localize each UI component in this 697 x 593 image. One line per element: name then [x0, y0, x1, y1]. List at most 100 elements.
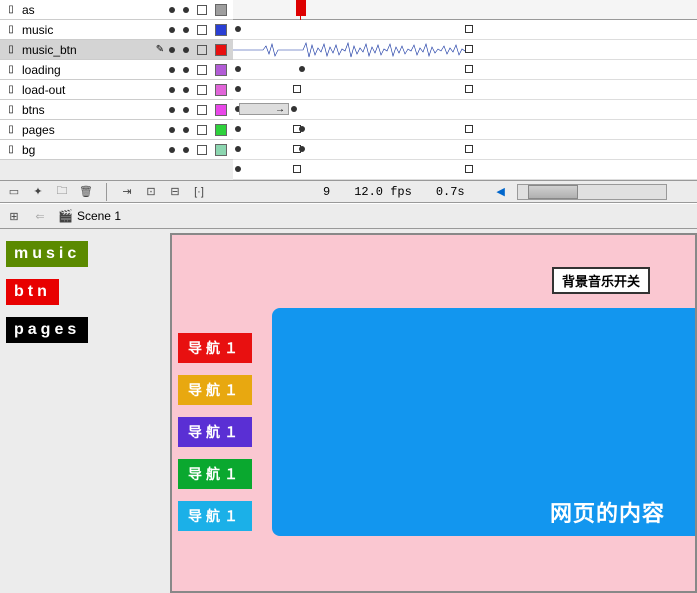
- keyframe[interactable]: [299, 126, 305, 132]
- onion-skin-icon[interactable]: ⊡: [143, 184, 159, 200]
- keyframe[interactable]: [299, 146, 305, 152]
- track-row[interactable]: [233, 60, 697, 80]
- layer-row[interactable]: ▯ music: [0, 20, 233, 40]
- playhead[interactable]: [296, 0, 306, 16]
- lock-dot[interactable]: [183, 87, 189, 93]
- layer-row[interactable]: ▯ music_btn ✎: [0, 40, 233, 60]
- layer-name[interactable]: music_btn: [20, 43, 153, 57]
- back-icon[interactable]: ⇐: [32, 208, 48, 224]
- keyframe[interactable]: [235, 146, 241, 152]
- layer-name[interactable]: load-out: [20, 83, 169, 97]
- keyframe[interactable]: [293, 85, 301, 93]
- nav-button[interactable]: 导航１: [178, 375, 252, 405]
- layer-color-chip[interactable]: [215, 124, 227, 136]
- onion-outline-icon[interactable]: ⊟: [167, 184, 183, 200]
- track-row[interactable]: [233, 160, 697, 180]
- add-folder-icon[interactable]: 🗀: [54, 184, 70, 200]
- lock-dot[interactable]: [183, 127, 189, 133]
- outline-toggle[interactable]: [197, 25, 207, 35]
- library-tag[interactable]: music: [6, 241, 88, 267]
- keyframe[interactable]: [465, 65, 473, 73]
- outline-toggle[interactable]: [197, 85, 207, 95]
- timeline-scrollbar[interactable]: [517, 184, 667, 200]
- outline-toggle[interactable]: [197, 125, 207, 135]
- timeline-tracks[interactable]: →: [233, 0, 697, 180]
- lock-dot[interactable]: [183, 147, 189, 153]
- layer-row[interactable]: ▯ pages: [0, 120, 233, 140]
- scroll-left-icon[interactable]: ◀: [493, 184, 509, 200]
- layer-name[interactable]: btns: [20, 103, 169, 117]
- nav-button[interactable]: 导航１: [178, 501, 252, 531]
- layer-color-chip[interactable]: [215, 84, 227, 96]
- keyframe[interactable]: [235, 66, 241, 72]
- keyframe[interactable]: [465, 85, 473, 93]
- visibility-dot[interactable]: [169, 127, 175, 133]
- outline-toggle[interactable]: [197, 105, 207, 115]
- visibility-dot[interactable]: [169, 147, 175, 153]
- add-motion-icon[interactable]: ✦: [30, 184, 46, 200]
- nav-button[interactable]: 导航１: [178, 417, 252, 447]
- layer-name[interactable]: loading: [20, 63, 169, 77]
- visibility-dot[interactable]: [169, 87, 175, 93]
- visibility-dot[interactable]: [169, 47, 175, 53]
- layer-row[interactable]: ▯ bg: [0, 140, 233, 160]
- layer-row[interactable]: ▯ load-out: [0, 80, 233, 100]
- visibility-dot[interactable]: [169, 27, 175, 33]
- layer-color-chip[interactable]: [215, 104, 227, 116]
- lock-dot[interactable]: [183, 7, 189, 13]
- layer-color-chip[interactable]: [215, 24, 227, 36]
- layer-name[interactable]: as: [20, 3, 169, 17]
- edit-scene-icon[interactable]: ⊞: [6, 208, 22, 224]
- nav-button[interactable]: 导航１: [178, 333, 252, 363]
- layer-color-chip[interactable]: [215, 144, 227, 156]
- layer-color-chip[interactable]: [215, 64, 227, 76]
- track-row[interactable]: [233, 80, 697, 100]
- track-row[interactable]: [233, 20, 697, 40]
- layer-name[interactable]: bg: [20, 143, 169, 157]
- keyframe[interactable]: [235, 26, 241, 32]
- center-frame-icon[interactable]: ⇥: [119, 184, 135, 200]
- lock-dot[interactable]: [183, 47, 189, 53]
- outline-toggle[interactable]: [197, 5, 207, 15]
- timeline-ruler[interactable]: [233, 0, 697, 20]
- lock-dot[interactable]: [183, 67, 189, 73]
- keyframe[interactable]: [465, 145, 473, 153]
- track-row[interactable]: [233, 40, 697, 60]
- keyframe[interactable]: [235, 126, 241, 132]
- scrollbar-thumb[interactable]: [528, 185, 578, 199]
- scene-crumb[interactable]: 🎬 Scene 1: [58, 209, 121, 223]
- track-row[interactable]: [233, 140, 697, 160]
- keyframe[interactable]: [299, 66, 305, 72]
- content-box[interactable]: 网页的内容: [272, 308, 695, 536]
- library-tag[interactable]: btn: [6, 279, 59, 305]
- keyframe[interactable]: [465, 25, 473, 33]
- layer-row[interactable]: ▯ loading: [0, 60, 233, 80]
- track-row[interactable]: →: [233, 100, 697, 120]
- tween-span[interactable]: →: [239, 103, 289, 115]
- keyframe[interactable]: [235, 86, 241, 92]
- edit-multi-icon[interactable]: [·]: [191, 184, 207, 200]
- outline-toggle[interactable]: [197, 65, 207, 75]
- trash-icon[interactable]: 🗑: [78, 184, 94, 200]
- visibility-dot[interactable]: [169, 67, 175, 73]
- keyframe[interactable]: [465, 165, 473, 173]
- nav-button[interactable]: 导航１: [178, 459, 252, 489]
- keyframe[interactable]: [465, 45, 473, 53]
- visibility-dot[interactable]: [169, 7, 175, 13]
- keyframe[interactable]: [235, 166, 241, 172]
- keyframe[interactable]: [293, 165, 301, 173]
- bgm-toggle-button[interactable]: 背景音乐开关: [552, 267, 650, 294]
- visibility-dot[interactable]: [169, 107, 175, 113]
- outline-toggle[interactable]: [197, 45, 207, 55]
- add-layer-icon[interactable]: ▭: [6, 184, 22, 200]
- layer-color-chip[interactable]: [215, 4, 227, 16]
- keyframe[interactable]: [291, 106, 297, 112]
- stage-canvas[interactable]: 背景音乐开关 网页的内容 导航１ 导航１ 导航１ 导航１ 导航１: [170, 233, 697, 593]
- track-row[interactable]: [233, 120, 697, 140]
- lock-dot[interactable]: [183, 107, 189, 113]
- layer-name[interactable]: music: [20, 23, 169, 37]
- layer-row[interactable]: ▯ as: [0, 0, 233, 20]
- keyframe[interactable]: [465, 125, 473, 133]
- outline-toggle[interactable]: [197, 145, 207, 155]
- layer-row[interactable]: ▯ btns: [0, 100, 233, 120]
